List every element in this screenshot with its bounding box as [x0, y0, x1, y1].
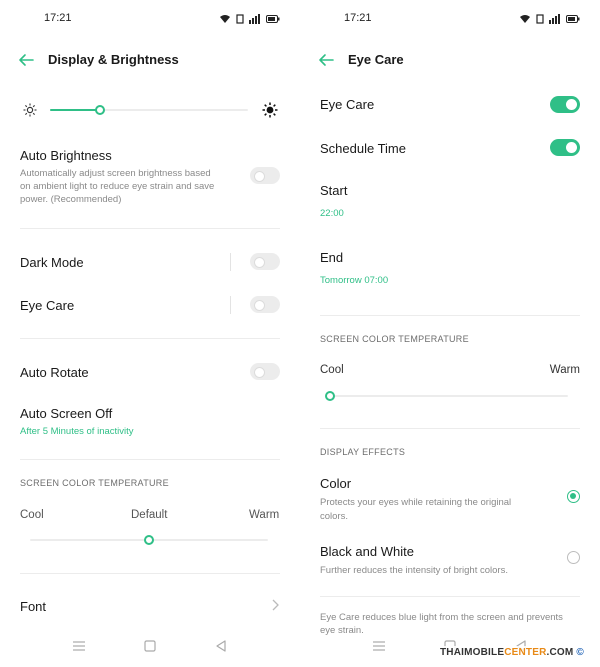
auto-rotate-label: Auto Rotate — [20, 365, 89, 380]
color-effect-desc-line2: colors. — [320, 511, 348, 522]
auto-brightness-desc-line3: power. (Recommended) — [20, 194, 122, 205]
display-effects-section-label: DISPLAY EFFECTS — [320, 447, 406, 457]
nfc-icon — [236, 14, 244, 24]
eye-care-footer-note-line1: Eye Care reduces blue light from the scr… — [320, 612, 563, 623]
status-bar: 17:21 — [0, 12, 300, 28]
color-effect-label: Color — [320, 476, 352, 491]
schedule-time-label: Schedule Time — [320, 141, 406, 156]
page-title: Eye Care — [348, 52, 404, 67]
signal-icon — [249, 14, 260, 24]
wifi-icon — [520, 15, 530, 23]
cool-label: Cool — [20, 509, 44, 521]
battery-icon — [266, 15, 280, 23]
page-header: Display & Brightness — [0, 50, 300, 72]
watermark: THAIMOBILECENTER.COM © — [437, 646, 586, 659]
display-brightness-screen: 17:21 Display & Brightness Auto Brightne… — [0, 0, 300, 667]
divider — [20, 573, 280, 574]
watermark-suffix-text: .COM — [546, 647, 574, 658]
eye-care-footer-note-line2: eye strain. — [320, 625, 364, 636]
start-value: 22:00 — [320, 208, 344, 219]
watermark-accent-text: CENTER — [504, 647, 547, 658]
chevron-right-icon — [272, 599, 279, 611]
color-temp-thumb[interactable] — [144, 535, 154, 545]
watermark-text: THAIMOBILE — [439, 647, 505, 658]
black-white-effect-radio[interactable] — [567, 551, 580, 564]
nfc-icon — [536, 14, 544, 24]
brightness-thumb[interactable] — [94, 105, 105, 115]
default-label: Default — [131, 509, 168, 521]
warm-label: Warm — [549, 364, 580, 376]
divider — [20, 228, 280, 229]
font-label[interactable]: Font — [20, 599, 46, 614]
eye-care-label: Eye Care — [320, 97, 375, 112]
black-white-effect-label: Black and White — [320, 544, 414, 559]
copyright-icon: © — [576, 647, 584, 658]
auto-brightness-label: Auto Brightness — [20, 148, 112, 163]
warm-label: Warm — [249, 509, 280, 521]
back-arrow-icon[interactable] — [18, 52, 34, 68]
color-temp-thumb[interactable] — [325, 391, 335, 401]
brightness-fill — [50, 109, 100, 111]
color-effect-radio[interactable] — [567, 490, 580, 503]
color-effect-desc-line1: Protects your eyes while retaining the o… — [320, 497, 512, 508]
status-time: 17:21 — [44, 12, 72, 24]
back-arrow-icon[interactable] — [318, 52, 334, 68]
divider — [20, 459, 280, 460]
back-icon[interactable] — [214, 639, 228, 653]
color-temp-track[interactable] — [330, 395, 568, 397]
cool-label: Cool — [320, 364, 344, 376]
eye-care-toggle[interactable] — [550, 96, 580, 113]
battery-icon — [566, 15, 580, 23]
separator — [230, 253, 231, 271]
eye-care-label: Eye Care — [20, 298, 75, 313]
divider — [320, 428, 580, 429]
nav-bar — [0, 639, 300, 653]
eye-care-toggle[interactable] — [250, 296, 280, 313]
home-icon[interactable] — [143, 639, 157, 653]
divider — [20, 338, 280, 339]
menu-icon[interactable] — [372, 639, 386, 653]
auto-screen-off-value: After 5 Minutes of inactivity — [20, 426, 134, 437]
start-label[interactable]: Start — [320, 183, 347, 198]
divider — [320, 596, 580, 597]
auto-rotate-toggle[interactable] — [250, 363, 280, 380]
auto-brightness-desc-line2: on ambient light to reduce eye strain an… — [20, 181, 215, 192]
color-temp-section-label: SCREEN COLOR TEMPERATURE — [320, 334, 469, 344]
status-time: 17:21 — [344, 12, 372, 24]
auto-brightness-toggle[interactable] — [250, 167, 280, 184]
page-title: Display & Brightness — [48, 52, 179, 67]
status-icons — [519, 14, 580, 24]
color-temp-section-label: SCREEN COLOR TEMPERATURE — [20, 478, 169, 488]
end-value: Tomorrow 07:00 — [320, 275, 389, 286]
black-white-effect-desc: Further reduces the intensity of bright … — [320, 565, 508, 576]
menu-icon[interactable] — [72, 639, 86, 653]
auto-brightness-desc-line1: Automatically adjust screen brightness b… — [20, 168, 211, 179]
signal-icon — [549, 14, 560, 24]
auto-screen-off-label[interactable]: Auto Screen Off — [20, 406, 112, 421]
end-label[interactable]: End — [320, 250, 343, 265]
dark-mode-label: Dark Mode — [20, 255, 84, 270]
schedule-time-toggle[interactable] — [550, 139, 580, 156]
dark-mode-toggle[interactable] — [250, 253, 280, 270]
sun-small-icon — [23, 103, 37, 117]
status-icons — [219, 14, 280, 24]
status-bar: 17:21 — [300, 12, 600, 28]
divider — [320, 315, 580, 316]
page-header: Eye Care — [300, 50, 600, 72]
separator — [230, 296, 231, 314]
eye-care-screen: 17:21 Eye Care Eye Care Schedule Time St… — [300, 0, 600, 667]
sun-large-icon — [262, 102, 278, 118]
wifi-icon — [220, 15, 230, 23]
